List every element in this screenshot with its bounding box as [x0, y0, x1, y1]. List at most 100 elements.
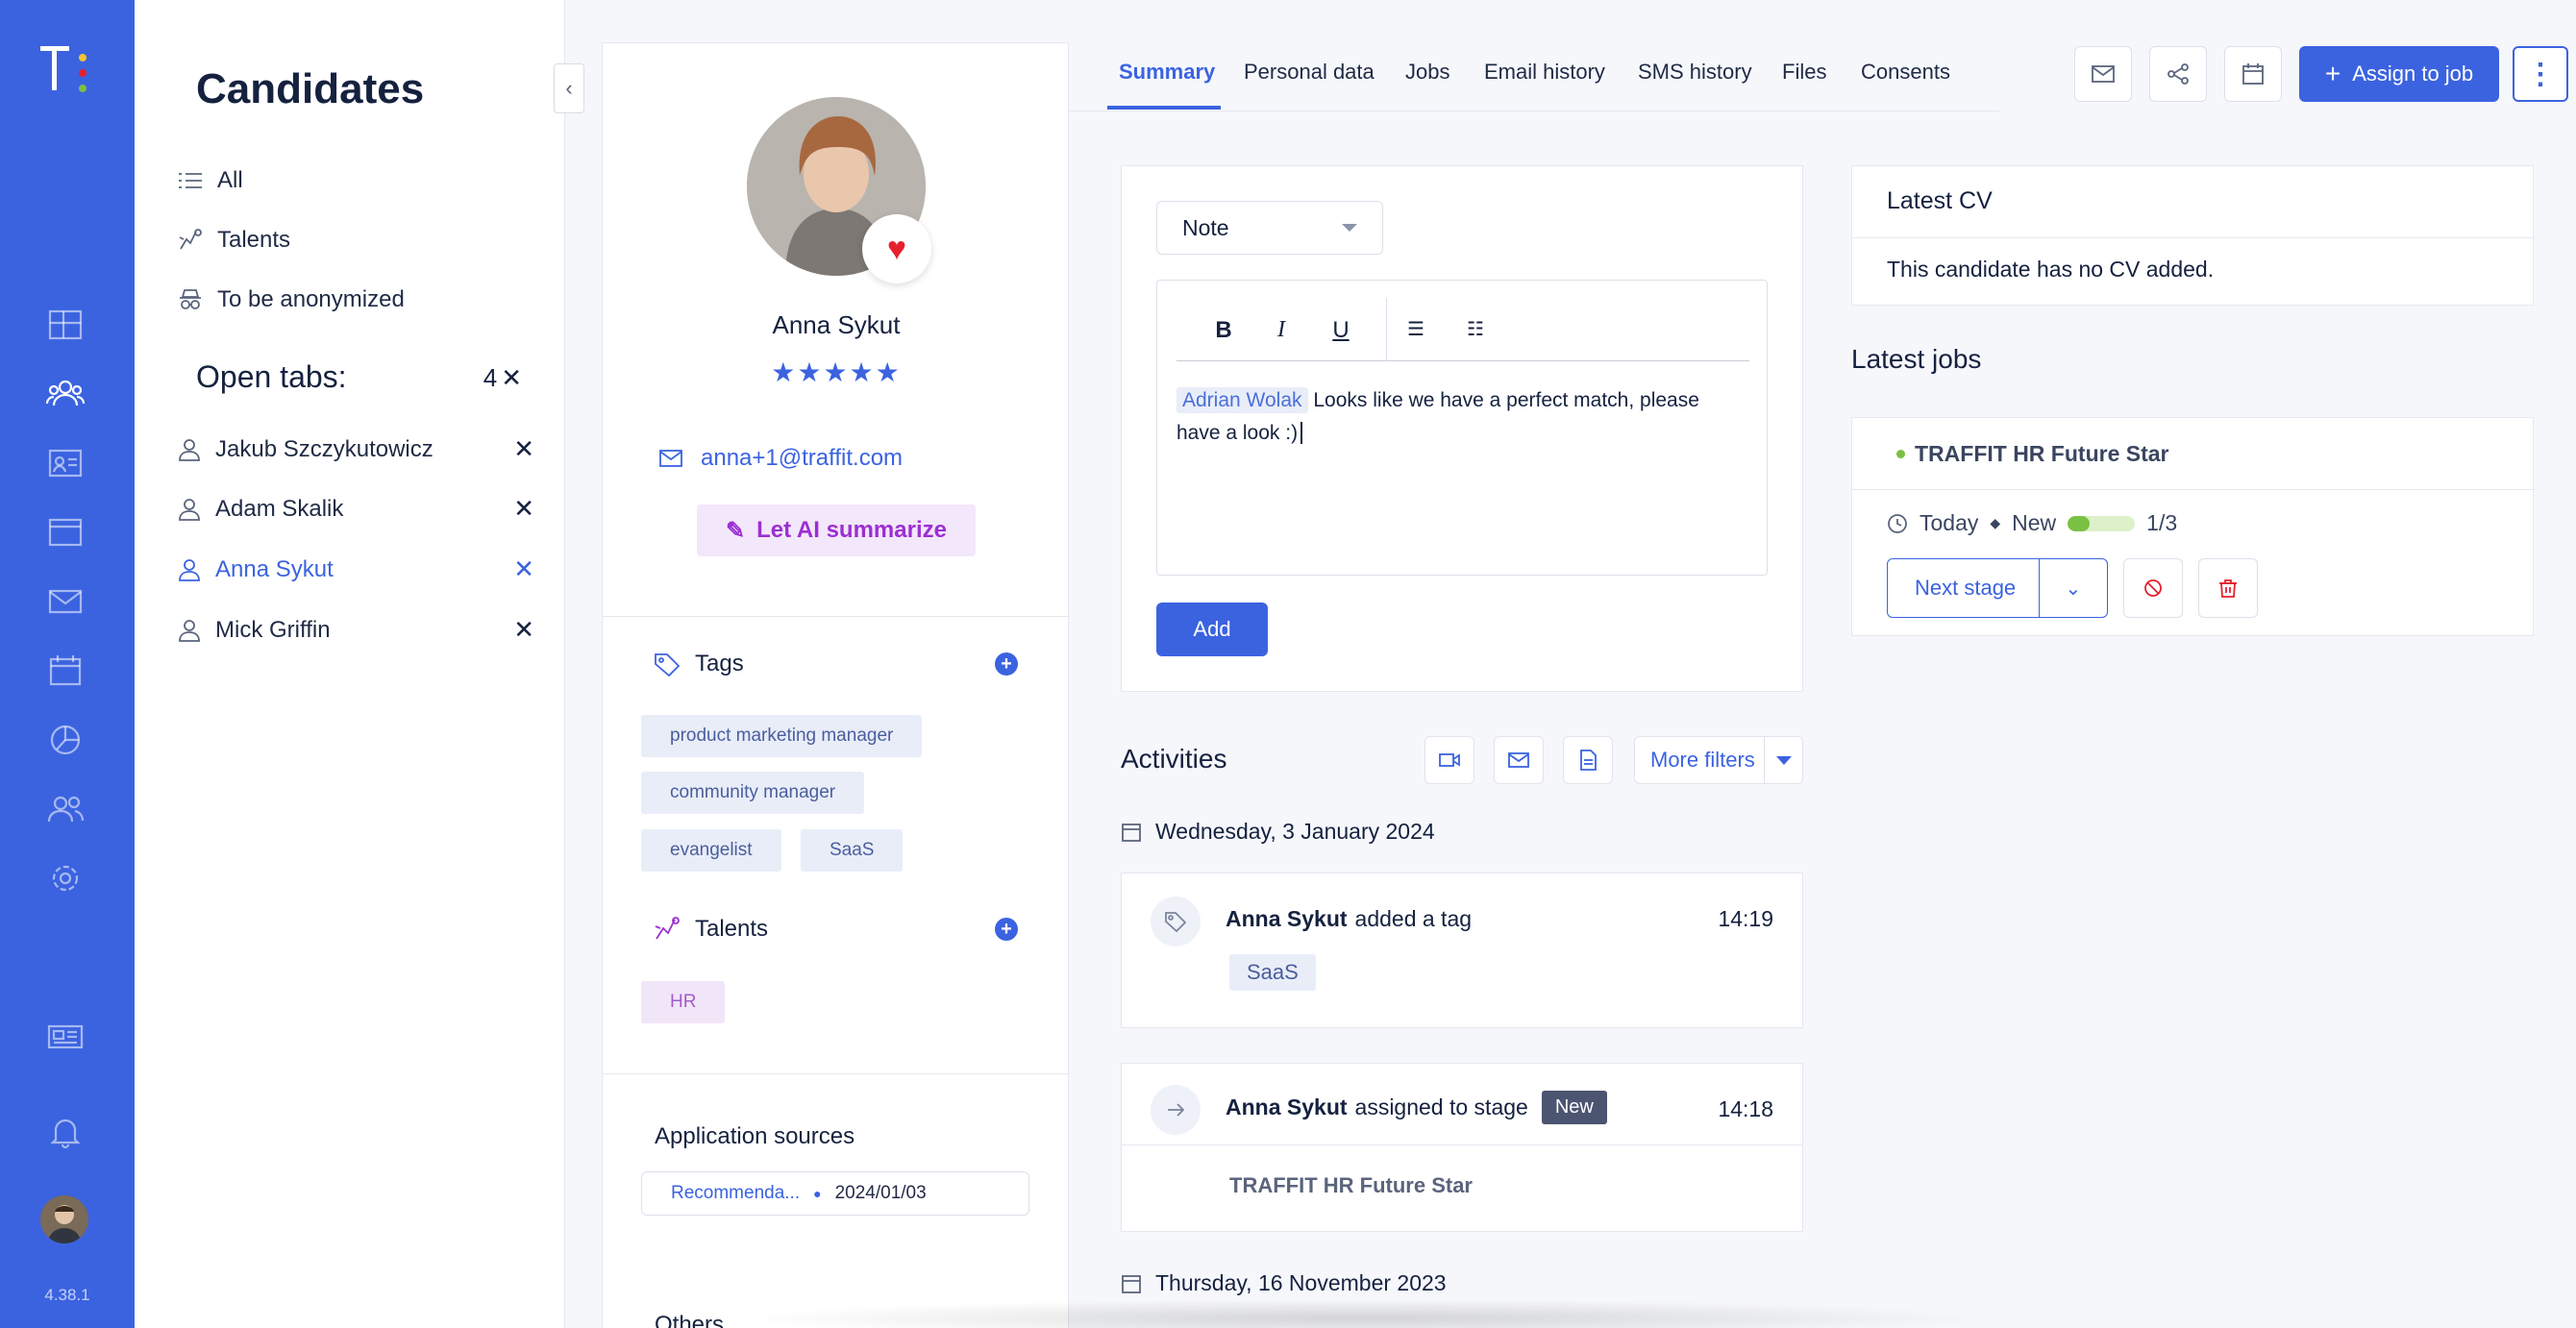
tag-chip[interactable]: SaaS — [801, 829, 904, 872]
activity-time: 14:19 — [1718, 906, 1773, 931]
assign-to-job-label: Assign to job — [2352, 61, 2474, 86]
reports-pie-icon[interactable] — [44, 721, 87, 759]
favorite-heart-icon[interactable]: ♥ — [862, 214, 931, 283]
close-all-tabs-button[interactable]: 4 ✕ — [483, 363, 522, 393]
activity-date: Wednesday, 3 January 2024 — [1155, 819, 1435, 844]
add-tag-button[interactable]: + — [995, 652, 1018, 676]
schedule-button[interactable] — [2224, 46, 2282, 102]
talent-chip[interactable]: HR — [641, 981, 726, 1023]
tab-personal-data[interactable]: Personal data — [1244, 60, 1375, 85]
mail-icon — [659, 450, 682, 467]
tag-chip[interactable]: evangelist — [641, 829, 781, 872]
mail-icon[interactable] — [44, 582, 87, 621]
add-talent-button[interactable]: + — [995, 918, 1018, 941]
note-composer: Note B I U ☰ ☷ Adrian Wolak Looks like w… — [1121, 165, 1803, 692]
stage-progress-bar — [2068, 515, 2136, 531]
activity-item: Anna Sykut added a tag 14:19 SaaS — [1121, 873, 1803, 1028]
open-tabs-label: Open tabs: — [196, 359, 347, 394]
ai-summarize-button[interactable]: ✎ Let AI summarize — [697, 504, 976, 556]
rating-stars[interactable]: ★★★★★ — [603, 357, 1070, 388]
collapse-panel-button[interactable]: ‹ — [554, 63, 584, 113]
bold-icon[interactable]: B — [1209, 317, 1238, 344]
open-tab-item[interactable]: Adam Skalik ✕ — [177, 494, 534, 524]
next-stage-label: Next stage — [1915, 576, 2017, 600]
filter-label: Talents — [217, 227, 291, 253]
job-title[interactable]: TRAFFIT HR Future Star — [1896, 441, 2169, 467]
source-name: Recommenda... — [671, 1183, 801, 1203]
add-note-button[interactable]: Add — [1156, 603, 1268, 656]
open-tab-item[interactable]: Mick Griffin ✕ — [177, 615, 534, 645]
candidates-nav-icon[interactable] — [44, 375, 87, 413]
open-tab-item[interactable]: Jakub Szczykutowicz ✕ — [177, 434, 534, 464]
caret-down-icon[interactable] — [1764, 736, 1802, 784]
job-stage: New — [2012, 510, 2057, 535]
reject-button[interactable] — [2123, 558, 2183, 618]
divider — [603, 616, 1070, 617]
open-tab-item-active[interactable]: Anna Sykut ✕ — [177, 554, 534, 584]
tab-sms-history[interactable]: SMS history — [1638, 60, 1752, 85]
more-options-button[interactable]: ⋮ — [2513, 46, 2568, 102]
notifications-bell-icon[interactable] — [44, 1113, 87, 1151]
open-tab-name: Adam Skalik — [215, 495, 344, 522]
application-sources-title: Application sources — [655, 1123, 855, 1149]
activity-actor[interactable]: Anna Sykut — [1226, 906, 1348, 932]
close-icon[interactable]: ✕ — [513, 494, 534, 524]
talent-icon — [655, 917, 680, 940]
bullet-list-icon[interactable]: ☷ — [1461, 317, 1490, 341]
tag-chip[interactable]: community manager — [641, 772, 865, 814]
scroll-shadow — [731, 1299, 1999, 1328]
activity-job-link[interactable]: TRAFFIT HR Future Star — [1229, 1173, 1473, 1198]
settings-gear-icon[interactable] — [44, 859, 87, 898]
traffit-logo[interactable] — [38, 37, 96, 104]
more-filters-label: More filters — [1650, 748, 1755, 772]
kebab-icon: ⋮ — [2526, 58, 2555, 90]
divider — [1852, 237, 2535, 238]
news-icon[interactable] — [44, 1017, 87, 1055]
email-link[interactable]: anna+1@traffit.com — [701, 445, 903, 472]
jobs-window-icon[interactable] — [44, 513, 87, 552]
assign-to-job-button[interactable]: + Assign to job — [2299, 46, 2499, 102]
mention-chip[interactable]: Adrian Wolak — [1177, 387, 1308, 413]
team-users-icon[interactable] — [44, 790, 87, 828]
note-text[interactable]: Adrian Wolak Looks like we have a perfec… — [1177, 384, 1744, 450]
job-card: TRAFFIT HR Future Star Today ◆ New 1/3 N… — [1851, 417, 2535, 636]
more-filters-button[interactable]: More filters — [1634, 736, 1803, 784]
contacts-card-icon[interactable] — [44, 444, 87, 482]
activity-actor[interactable]: Anna Sykut — [1226, 1094, 1348, 1120]
status-dot — [1896, 450, 1905, 458]
tab-jobs[interactable]: Jobs — [1405, 60, 1449, 85]
filter-video-button[interactable] — [1424, 736, 1474, 784]
note-type-select[interactable]: Note — [1156, 201, 1383, 255]
send-email-button[interactable] — [2074, 46, 2132, 102]
chevron-down-icon[interactable]: ⌄ — [2038, 559, 2107, 617]
italic-icon[interactable]: I — [1267, 317, 1296, 343]
dashboard-icon[interactable] — [44, 306, 87, 344]
next-stage-button[interactable]: Next stage ⌄ — [1887, 558, 2108, 618]
tag-chip[interactable]: product marketing manager — [641, 715, 923, 757]
user-avatar[interactable] — [40, 1195, 88, 1243]
filter-all[interactable]: All — [177, 167, 243, 194]
note-editor[interactable]: B I U ☰ ☷ Adrian Wolak Looks like we hav… — [1156, 280, 1768, 576]
filter-talents[interactable]: Talents — [177, 227, 290, 254]
application-source-item[interactable]: Recommenda... ● 2024/01/03 — [641, 1171, 1029, 1216]
tab-files[interactable]: Files — [1782, 60, 1826, 85]
filter-document-button[interactable] — [1563, 736, 1613, 784]
filter-to-be-anonymized[interactable]: To be anonymized — [177, 286, 405, 313]
clock-icon — [1888, 513, 1907, 533]
tab-consents[interactable]: Consents — [1861, 60, 1950, 85]
calendar-icon[interactable] — [44, 652, 87, 690]
activity-text: Anna Sykut added a tag — [1226, 906, 1472, 932]
ordered-list-icon[interactable]: ☰ — [1401, 317, 1430, 341]
candidate-email[interactable]: anna+1@traffit.com — [658, 445, 903, 472]
close-icon[interactable]: ✕ — [513, 554, 534, 584]
filter-email-button[interactable] — [1494, 736, 1544, 784]
share-button[interactable] — [2149, 46, 2207, 102]
close-icon[interactable]: ✕ — [513, 434, 534, 464]
tab-email-history[interactable]: Email history — [1484, 60, 1605, 85]
progress-fill — [2068, 515, 2091, 531]
underline-icon[interactable]: U — [1326, 317, 1355, 344]
close-icon[interactable]: ✕ — [513, 615, 534, 645]
tags-label: Tags — [695, 651, 744, 676]
tab-summary[interactable]: Summary — [1119, 60, 1215, 85]
remove-from-job-button[interactable] — [2198, 558, 2258, 618]
